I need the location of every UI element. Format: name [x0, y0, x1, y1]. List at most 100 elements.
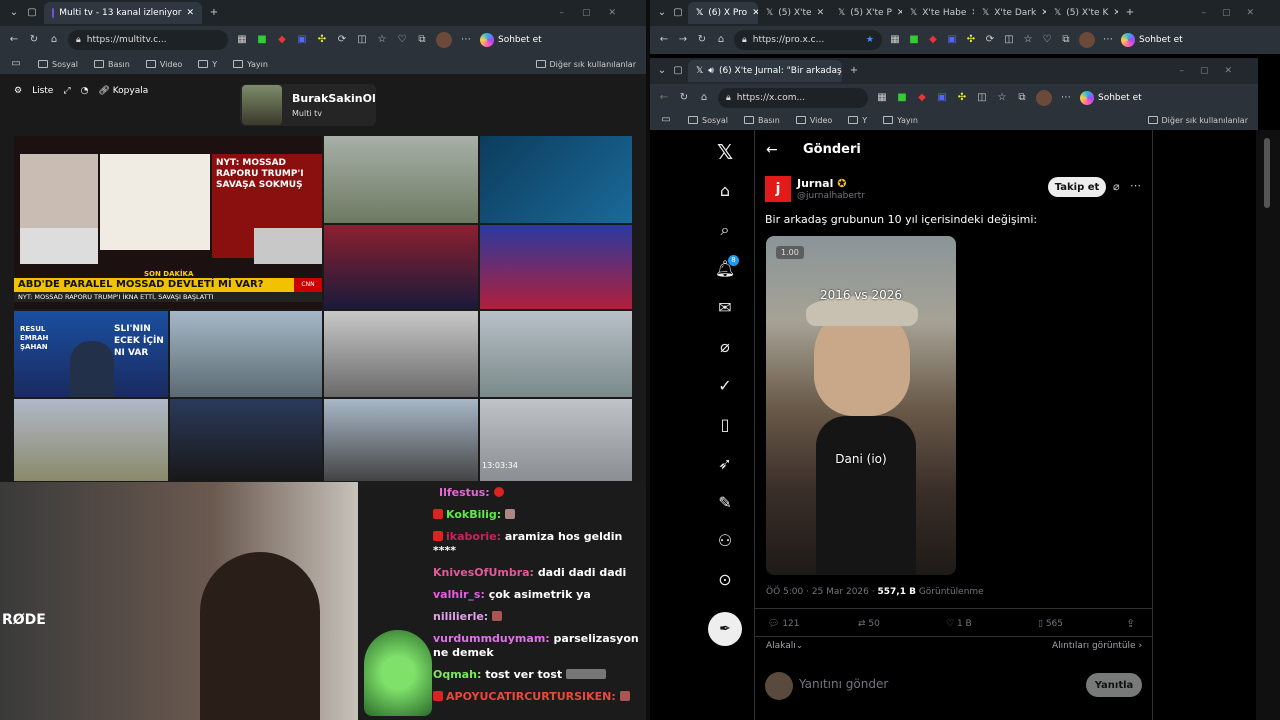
verified-icon[interactable]: ✓: [706, 376, 744, 395]
ext-icon-3[interactable]: ◆: [276, 34, 288, 46]
retweet-action[interactable]: ⇄ 50: [858, 619, 880, 629]
bookmarks-icon[interactable]: ▯: [706, 415, 744, 434]
tab-x-4[interactable]: 𝕏X'te Habe✕: [902, 2, 974, 24]
tab-multitv[interactable]: Multi tv - 13 kanal izleniyor ✕: [44, 2, 202, 24]
tile-coast[interactable]: [480, 311, 632, 397]
author-name[interactable]: Jurnal ✪: [797, 177, 846, 190]
tab-actions-icon[interactable]: ⌄: [656, 7, 668, 19]
tile-studio[interactable]: [480, 136, 632, 223]
profile-icon[interactable]: ⚇: [706, 531, 744, 550]
new-tab-icon[interactable]: +: [848, 65, 860, 77]
workspaces-icon[interactable]: ▢: [672, 7, 684, 19]
home-icon[interactable]: ⌂: [698, 92, 710, 104]
tab-x-2[interactable]: 𝕏 (5) X'te ✕: [758, 2, 830, 24]
notifications-icon[interactable]: 🔔︎ 8: [706, 255, 744, 278]
split-screen-icon[interactable]: ◫: [976, 92, 988, 104]
split-screen-icon[interactable]: ◫: [356, 34, 368, 46]
tweet-video[interactable]: 1.00 2016 vs 2026 Dani (io): [766, 236, 956, 575]
address-bar[interactable]: 🔒︎ https://x.com...: [718, 88, 868, 108]
ext-icon-1[interactable]: ▦: [889, 34, 901, 46]
bookmark-y[interactable]: Y: [198, 59, 217, 69]
timer-icon[interactable]: ◔: [81, 86, 89, 96]
reading-list-icon[interactable]: ▭: [660, 114, 672, 126]
tile-cams[interactable]: [170, 311, 322, 397]
quotes-link[interactable]: Alıntıları görüntüle ›: [1052, 641, 1142, 651]
address-bar[interactable]: 🔒︎ https://pro.x.c... ★: [734, 30, 882, 50]
reload-icon[interactable]: ↻: [678, 92, 690, 104]
home-icon[interactable]: ⌂: [715, 34, 727, 46]
bookmark-video[interactable]: Video: [145, 59, 182, 69]
collections-icon[interactable]: ⧉: [1060, 34, 1072, 46]
collections-icon[interactable]: ⧉: [1016, 92, 1028, 104]
tile-news-red[interactable]: [480, 225, 632, 309]
ext-icon-2[interactable]: ■: [896, 92, 908, 104]
ext-icon-1[interactable]: ▦: [876, 92, 888, 104]
ext-icon-2[interactable]: ■: [256, 34, 268, 46]
rocket-icon[interactable]: ➶: [706, 454, 744, 473]
copilot-chat-button[interactable]: Sohbet et: [480, 33, 542, 47]
copy-button[interactable]: 🔗︎ Kopyala: [98, 86, 148, 96]
grok-explain-icon[interactable]: ⌀: [1113, 180, 1120, 193]
author-avatar[interactable]: j: [765, 176, 791, 202]
tile-bridge[interactable]: [324, 399, 478, 481]
close-icon[interactable]: ✕: [817, 8, 825, 18]
reply-button[interactable]: Yanıtla: [1086, 673, 1142, 697]
share-icon[interactable]: ⇪: [1126, 617, 1135, 630]
more-options-icon[interactable]: ⋯: [1130, 179, 1141, 192]
back-arrow-icon[interactable]: ←: [766, 142, 778, 158]
bookmark-action[interactable]: ▯ 565: [1038, 619, 1063, 629]
copilot-chat-button[interactable]: Sohbet et: [1080, 91, 1142, 105]
ext-icon-3[interactable]: ◆: [927, 34, 939, 46]
bookmark-sosyal[interactable]: Sosyal: [38, 59, 78, 69]
tab-actions-icon[interactable]: ⌄: [656, 65, 668, 77]
more-icon[interactable]: ⋯: [1102, 34, 1114, 46]
bookmark-basin[interactable]: Basın: [744, 115, 780, 125]
tab-x-5[interactable]: 𝕏 X'te Dark ✕: [974, 2, 1046, 24]
tile-sky[interactable]: 13:03:34: [480, 399, 632, 481]
bookmark-yayin[interactable]: Yayın: [883, 115, 918, 125]
tab-x-6[interactable]: 𝕏 (5) X'te K ✕: [1046, 2, 1118, 24]
tile-news-anchors[interactable]: [324, 225, 478, 309]
back-icon[interactable]: ←: [658, 92, 670, 104]
sort-dropdown[interactable]: Alakalı⌄: [766, 641, 803, 651]
reply-action[interactable]: 💬︎ 121: [768, 619, 800, 629]
collections-icon[interactable]: ⧉: [416, 34, 428, 46]
more-icon[interactable]: ⋯: [1060, 92, 1072, 104]
search-icon[interactable]: ⌕: [706, 220, 744, 240]
window-controls[interactable]: –▢✕: [1179, 66, 1248, 76]
shield-icon[interactable]: ♡: [1041, 34, 1053, 46]
split-screen-icon[interactable]: ◫: [1003, 34, 1015, 46]
new-tab-icon[interactable]: +: [208, 7, 220, 19]
bookmark-yayin[interactable]: Yayın: [233, 59, 268, 69]
compose-notes-icon[interactable]: ✎: [706, 493, 744, 512]
avatar[interactable]: [1079, 32, 1095, 48]
messages-icon[interactable]: ✉: [706, 298, 744, 317]
post-button[interactable]: ✒: [708, 612, 742, 646]
scrollbar-thumb[interactable]: [1264, 138, 1270, 208]
ext-icon-4[interactable]: ▣: [936, 92, 948, 104]
close-icon[interactable]: ✕: [1113, 8, 1118, 18]
tile-city[interactable]: [324, 311, 478, 397]
list-button[interactable]: Liste: [32, 86, 53, 96]
shield-icon[interactable]: ♡: [396, 34, 408, 46]
tile-resul[interactable]: RESUL EMRAH ŞAHAN SLI'NIN ECEK İÇİN NI V…: [14, 311, 168, 397]
grok-icon[interactable]: ⌀: [706, 337, 744, 356]
fullscreen-icon[interactable]: ⤢: [63, 86, 70, 96]
bookmark-video[interactable]: Video: [795, 115, 832, 125]
settings-icon[interactable]: ⚙: [14, 86, 22, 96]
ext-icon-4[interactable]: ▣: [946, 34, 958, 46]
tile-smoke[interactable]: [324, 136, 478, 223]
tile-hills[interactable]: [14, 399, 168, 481]
tile-cnn-turk[interactable]: NYT: MOSSAD RAPORU TRUMP'I SAVAŞA SOKMUŞ…: [14, 136, 322, 309]
tab-x-pro[interactable]: 𝕏 (6) X Pro ✕: [688, 2, 758, 24]
workspaces-icon[interactable]: ▢: [26, 7, 38, 19]
tweet-time[interactable]: ÖÖ 5:00 · 25 Mar 2026 ·: [766, 587, 875, 597]
reading-list-icon[interactable]: ▭: [10, 58, 22, 70]
back-icon[interactable]: ←: [8, 34, 20, 46]
tab-x-3[interactable]: 𝕏 (5) X'te P ✕: [830, 2, 902, 24]
window-controls[interactable]: –▢✕: [1201, 8, 1270, 18]
ext-icon-5[interactable]: ✣: [956, 92, 968, 104]
back-icon[interactable]: ←: [658, 34, 670, 46]
follow-button[interactable]: Takip et: [1048, 177, 1106, 197]
bookmark-sosyal[interactable]: Sosyal: [688, 115, 728, 125]
